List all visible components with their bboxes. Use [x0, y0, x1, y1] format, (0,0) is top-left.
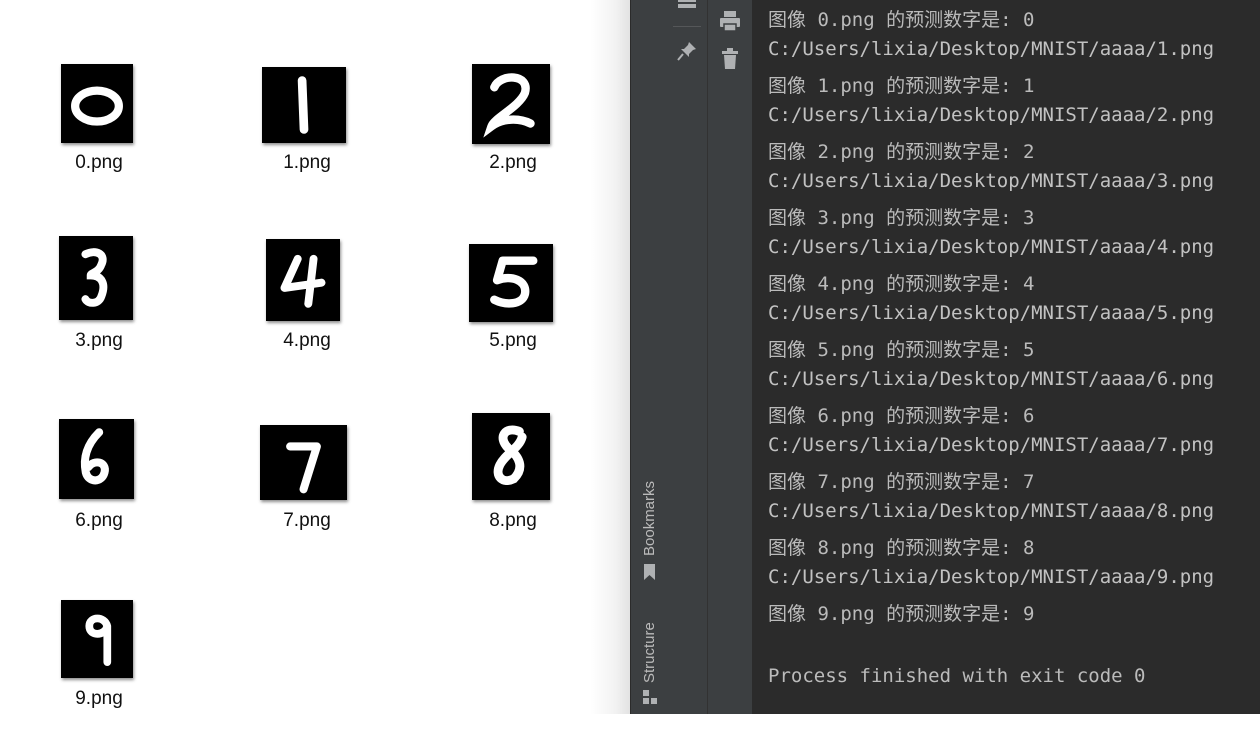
- digit-5-image: [469, 244, 553, 322]
- file-item-9[interactable]: 9.png: [24, 596, 174, 746]
- tab-structure-label: Structure: [641, 622, 658, 683]
- digit-7-image: [260, 425, 347, 500]
- console-line: 图像 6.png 的预测数字是: 6: [768, 405, 1035, 427]
- toolbar-separator: [673, 26, 701, 27]
- console-line: 图像 0.png 的预测数字是: 0: [768, 9, 1035, 31]
- digit-6-image: [59, 419, 134, 499]
- file-item-1[interactable]: 1.png: [232, 60, 382, 210]
- file-name-label: 8.png: [489, 510, 537, 531]
- digit-8-image: [472, 413, 550, 500]
- file-item-4[interactable]: 4.png: [232, 234, 382, 384]
- tab-bookmarks-label: Bookmarks: [641, 480, 658, 556]
- run-panel-toolbar-right: [708, 0, 753, 714]
- console-line: 图像 4.png 的预测数字是: 4: [768, 273, 1035, 295]
- run-console-output[interactable]: 图像 0.png 的预测数字是: 0 C:/Users/lixia/Deskto…: [752, 0, 1260, 714]
- digit-3-image: [59, 236, 133, 320]
- file-item-5[interactable]: 5.png: [438, 234, 588, 384]
- file-name-label: 1.png: [283, 152, 331, 173]
- layout-icon[interactable]: [677, 0, 697, 15]
- console-line: C:/Users/lixia/Desktop/MNIST/aaaa/1.png: [768, 38, 1215, 60]
- file-name-label: 3.png: [75, 330, 123, 351]
- file-item-8[interactable]: 8.png: [438, 413, 588, 566]
- file-explorer-view: 0.png 1.png 2.png 3.png 4.png 5.png 6.pn…: [0, 0, 600, 714]
- file-name-label: 9.png: [75, 688, 123, 709]
- console-line: 图像 8.png 的预测数字是: 8: [768, 537, 1035, 559]
- run-panel-toolbar-left: [667, 0, 708, 714]
- digit-2-image: [472, 64, 550, 144]
- console-line: C:/Users/lixia/Desktop/MNIST/aaaa/5.png: [768, 302, 1215, 324]
- console-line: 图像 5.png 的预测数字是: 5: [768, 339, 1035, 361]
- print-icon[interactable]: [719, 10, 741, 36]
- digit-1-image: [262, 67, 346, 143]
- pin-icon[interactable]: [676, 40, 698, 66]
- window-edge-shadow: [590, 0, 632, 714]
- console-line: C:/Users/lixia/Desktop/MNIST/aaaa/4.png: [768, 236, 1215, 258]
- digit-4-image: [266, 239, 340, 321]
- file-item-7[interactable]: 7.png: [232, 416, 382, 566]
- file-item-0[interactable]: 0.png: [24, 60, 174, 210]
- file-item-2[interactable]: 2.png: [438, 60, 588, 210]
- file-name-label: 6.png: [75, 510, 123, 531]
- digit-0-image: [61, 64, 133, 143]
- file-name-label: 5.png: [489, 330, 537, 351]
- structure-icon: [643, 690, 657, 708]
- file-item-6[interactable]: 6.png: [24, 416, 174, 566]
- file-name-label: 0.png: [75, 152, 123, 173]
- console-line: C:/Users/lixia/Desktop/MNIST/aaaa/9.png: [768, 566, 1215, 588]
- trash-icon[interactable]: [721, 48, 739, 74]
- console-line: C:/Users/lixia/Desktop/MNIST/aaaa/6.png: [768, 368, 1215, 390]
- process-exit-line: Process finished with exit code 0: [768, 665, 1146, 687]
- console-line: 图像 1.png 的预测数字是: 1: [768, 75, 1035, 97]
- file-name-label: 2.png: [489, 152, 537, 173]
- console-line: C:/Users/lixia/Desktop/MNIST/aaaa/8.png: [768, 500, 1215, 522]
- file-item-3[interactable]: 3.png: [24, 234, 174, 384]
- tab-structure[interactable]: Structure: [631, 605, 667, 714]
- console-line: C:/Users/lixia/Desktop/MNIST/aaaa/7.png: [768, 434, 1215, 456]
- file-name-label: 7.png: [283, 510, 331, 531]
- file-name-label: 4.png: [283, 330, 331, 351]
- left-tool-window-bar: Bookmarks Structure: [630, 0, 668, 714]
- console-line: 图像 7.png 的预测数字是: 7: [768, 471, 1035, 493]
- digit-9-image: [61, 600, 133, 678]
- console-line: 图像 9.png 的预测数字是: 9: [768, 603, 1035, 625]
- console-line: 图像 3.png 的预测数字是: 3: [768, 207, 1035, 229]
- console-line: C:/Users/lixia/Desktop/MNIST/aaaa/2.png: [768, 104, 1215, 126]
- console-line: 图像 2.png 的预测数字是: 2: [768, 141, 1035, 163]
- console-line: C:/Users/lixia/Desktop/MNIST/aaaa/3.png: [768, 170, 1215, 192]
- bookmark-icon: [643, 564, 656, 584]
- tab-bookmarks[interactable]: Bookmarks: [631, 462, 667, 587]
